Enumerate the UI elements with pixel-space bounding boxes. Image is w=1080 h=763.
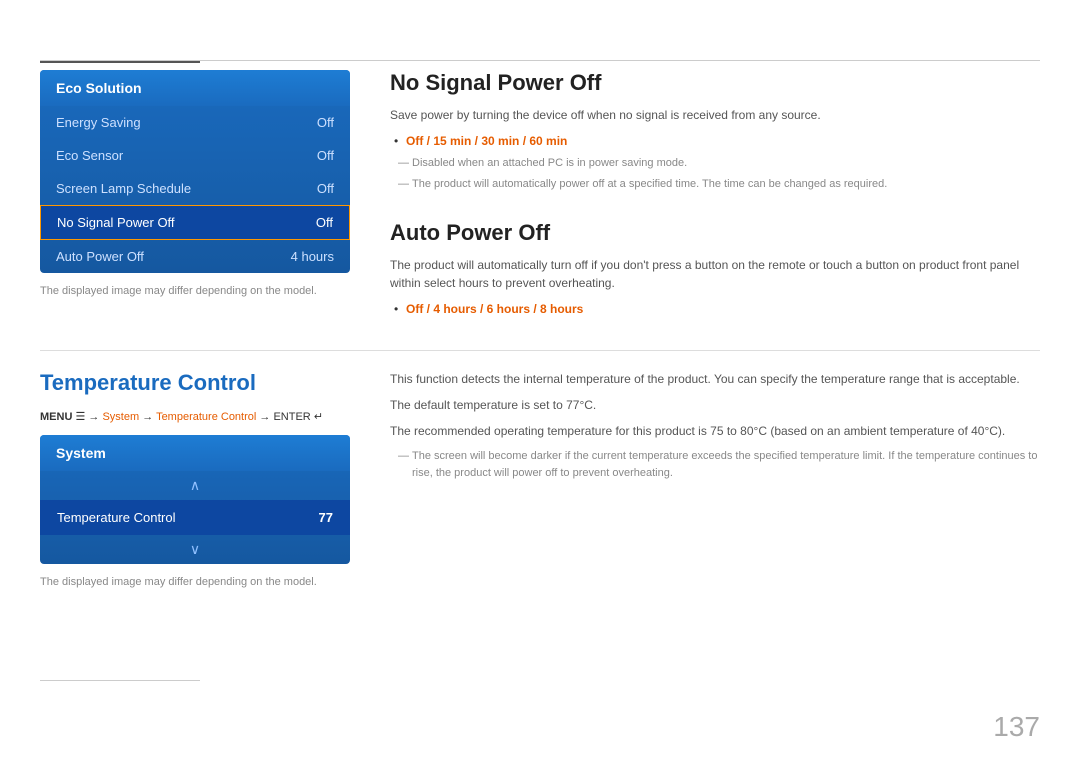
mid-divider [40,350,1040,351]
eco-solution-header: Eco Solution [40,70,350,106]
nav-temp-label: Temperature Control [156,411,256,423]
no-signal-description: Save power by turning the device off whe… [390,106,1040,124]
system-menu-box: System ∧ Temperature Control 77 ∨ [40,435,350,564]
temperature-control-item[interactable]: Temperature Control 77 [40,500,350,535]
temp-note-2: The screen will become darker if the cur… [398,448,1040,481]
energy-saving-label: Energy Saving [56,115,141,130]
page-container: Eco Solution Energy Saving Off Eco Senso… [0,0,1080,763]
temp-desc-1: This function detects the internal tempe… [390,370,1040,388]
no-signal-label: No Signal Power Off [57,215,175,230]
page-number: 137 [993,711,1040,743]
arrow-down-icon[interactable]: ∨ [40,535,350,564]
system-menu-header: System [40,435,350,471]
nav-enter-icon: ↵ [314,411,323,423]
temperature-note: The displayed image may differ depending… [40,576,350,588]
no-signal-title: No Signal Power Off [390,70,1040,96]
no-signal-value: Off [316,215,333,230]
eco-solution-note: The displayed image may differ depending… [40,285,350,297]
temperature-left-section: Temperature Control MENU ☰ → System → Te… [40,370,350,588]
nav-menu-label: MENU [40,411,75,423]
eco-solution-menu: Eco Solution Energy Saving Off Eco Senso… [40,70,350,273]
auto-power-title: Auto Power Off [390,220,1040,246]
screen-lamp-value: Off [317,181,334,196]
eco-sensor-value: Off [317,148,334,163]
energy-saving-value: Off [317,115,334,130]
eco-solution-section: Eco Solution Energy Saving Off Eco Senso… [40,70,350,297]
auto-power-options-bullet: Off / 4 hours / 6 hours / 8 hours [406,300,1040,318]
auto-power-section: Auto Power Off The product will automati… [390,220,1040,318]
no-signal-note-2: The product will automatically power off… [398,176,1040,193]
temperature-nav-text: MENU ☰ → System → Temperature Control → … [40,410,350,423]
auto-power-options-text: Off / 4 hours / 6 hours / 8 hours [406,302,583,316]
nav-arrow-2: → [142,411,156,423]
no-signal-right-section: No Signal Power Off Save power by turnin… [390,70,1040,323]
temp-desc-3: The recommended operating temperature fo… [390,422,1040,440]
auto-power-off-item[interactable]: Auto Power Off 4 hours [40,240,350,273]
arrow-up-icon[interactable]: ∧ [40,471,350,500]
nav-menu-icon: ☰ [75,411,85,423]
temp-desc-2: The default temperature is set to 77°C. [390,396,1040,414]
auto-power-label: Auto Power Off [56,249,144,264]
nav-system-label: System [102,411,139,423]
temperature-title: Temperature Control [40,370,350,396]
auto-power-value: 4 hours [291,249,334,264]
nav-arrow-1: → [88,411,102,423]
bottom-divider [40,680,200,681]
eco-sensor-label: Eco Sensor [56,148,123,163]
nav-enter-label: ENTER [273,411,313,423]
no-signal-power-off-item[interactable]: No Signal Power Off Off [40,205,350,240]
eco-sensor-item[interactable]: Eco Sensor Off [40,139,350,172]
temperature-right-section: This function detects the internal tempe… [390,370,1040,485]
no-signal-options-text: Off / 15 min / 30 min / 60 min [406,134,567,148]
temperature-control-value: 77 [319,510,333,525]
no-signal-note-1: Disabled when an attached PC is in power… [398,155,1040,172]
temperature-control-label: Temperature Control [57,510,176,525]
screen-lamp-item[interactable]: Screen Lamp Schedule Off [40,172,350,205]
no-signal-options-bullet: Off / 15 min / 30 min / 60 min [406,132,1040,150]
top-divider [40,60,1040,61]
energy-saving-item[interactable]: Energy Saving Off [40,106,350,139]
nav-arrow-3: → [259,411,273,423]
auto-power-description: The product will automatically turn off … [390,256,1040,292]
screen-lamp-label: Screen Lamp Schedule [56,181,191,196]
